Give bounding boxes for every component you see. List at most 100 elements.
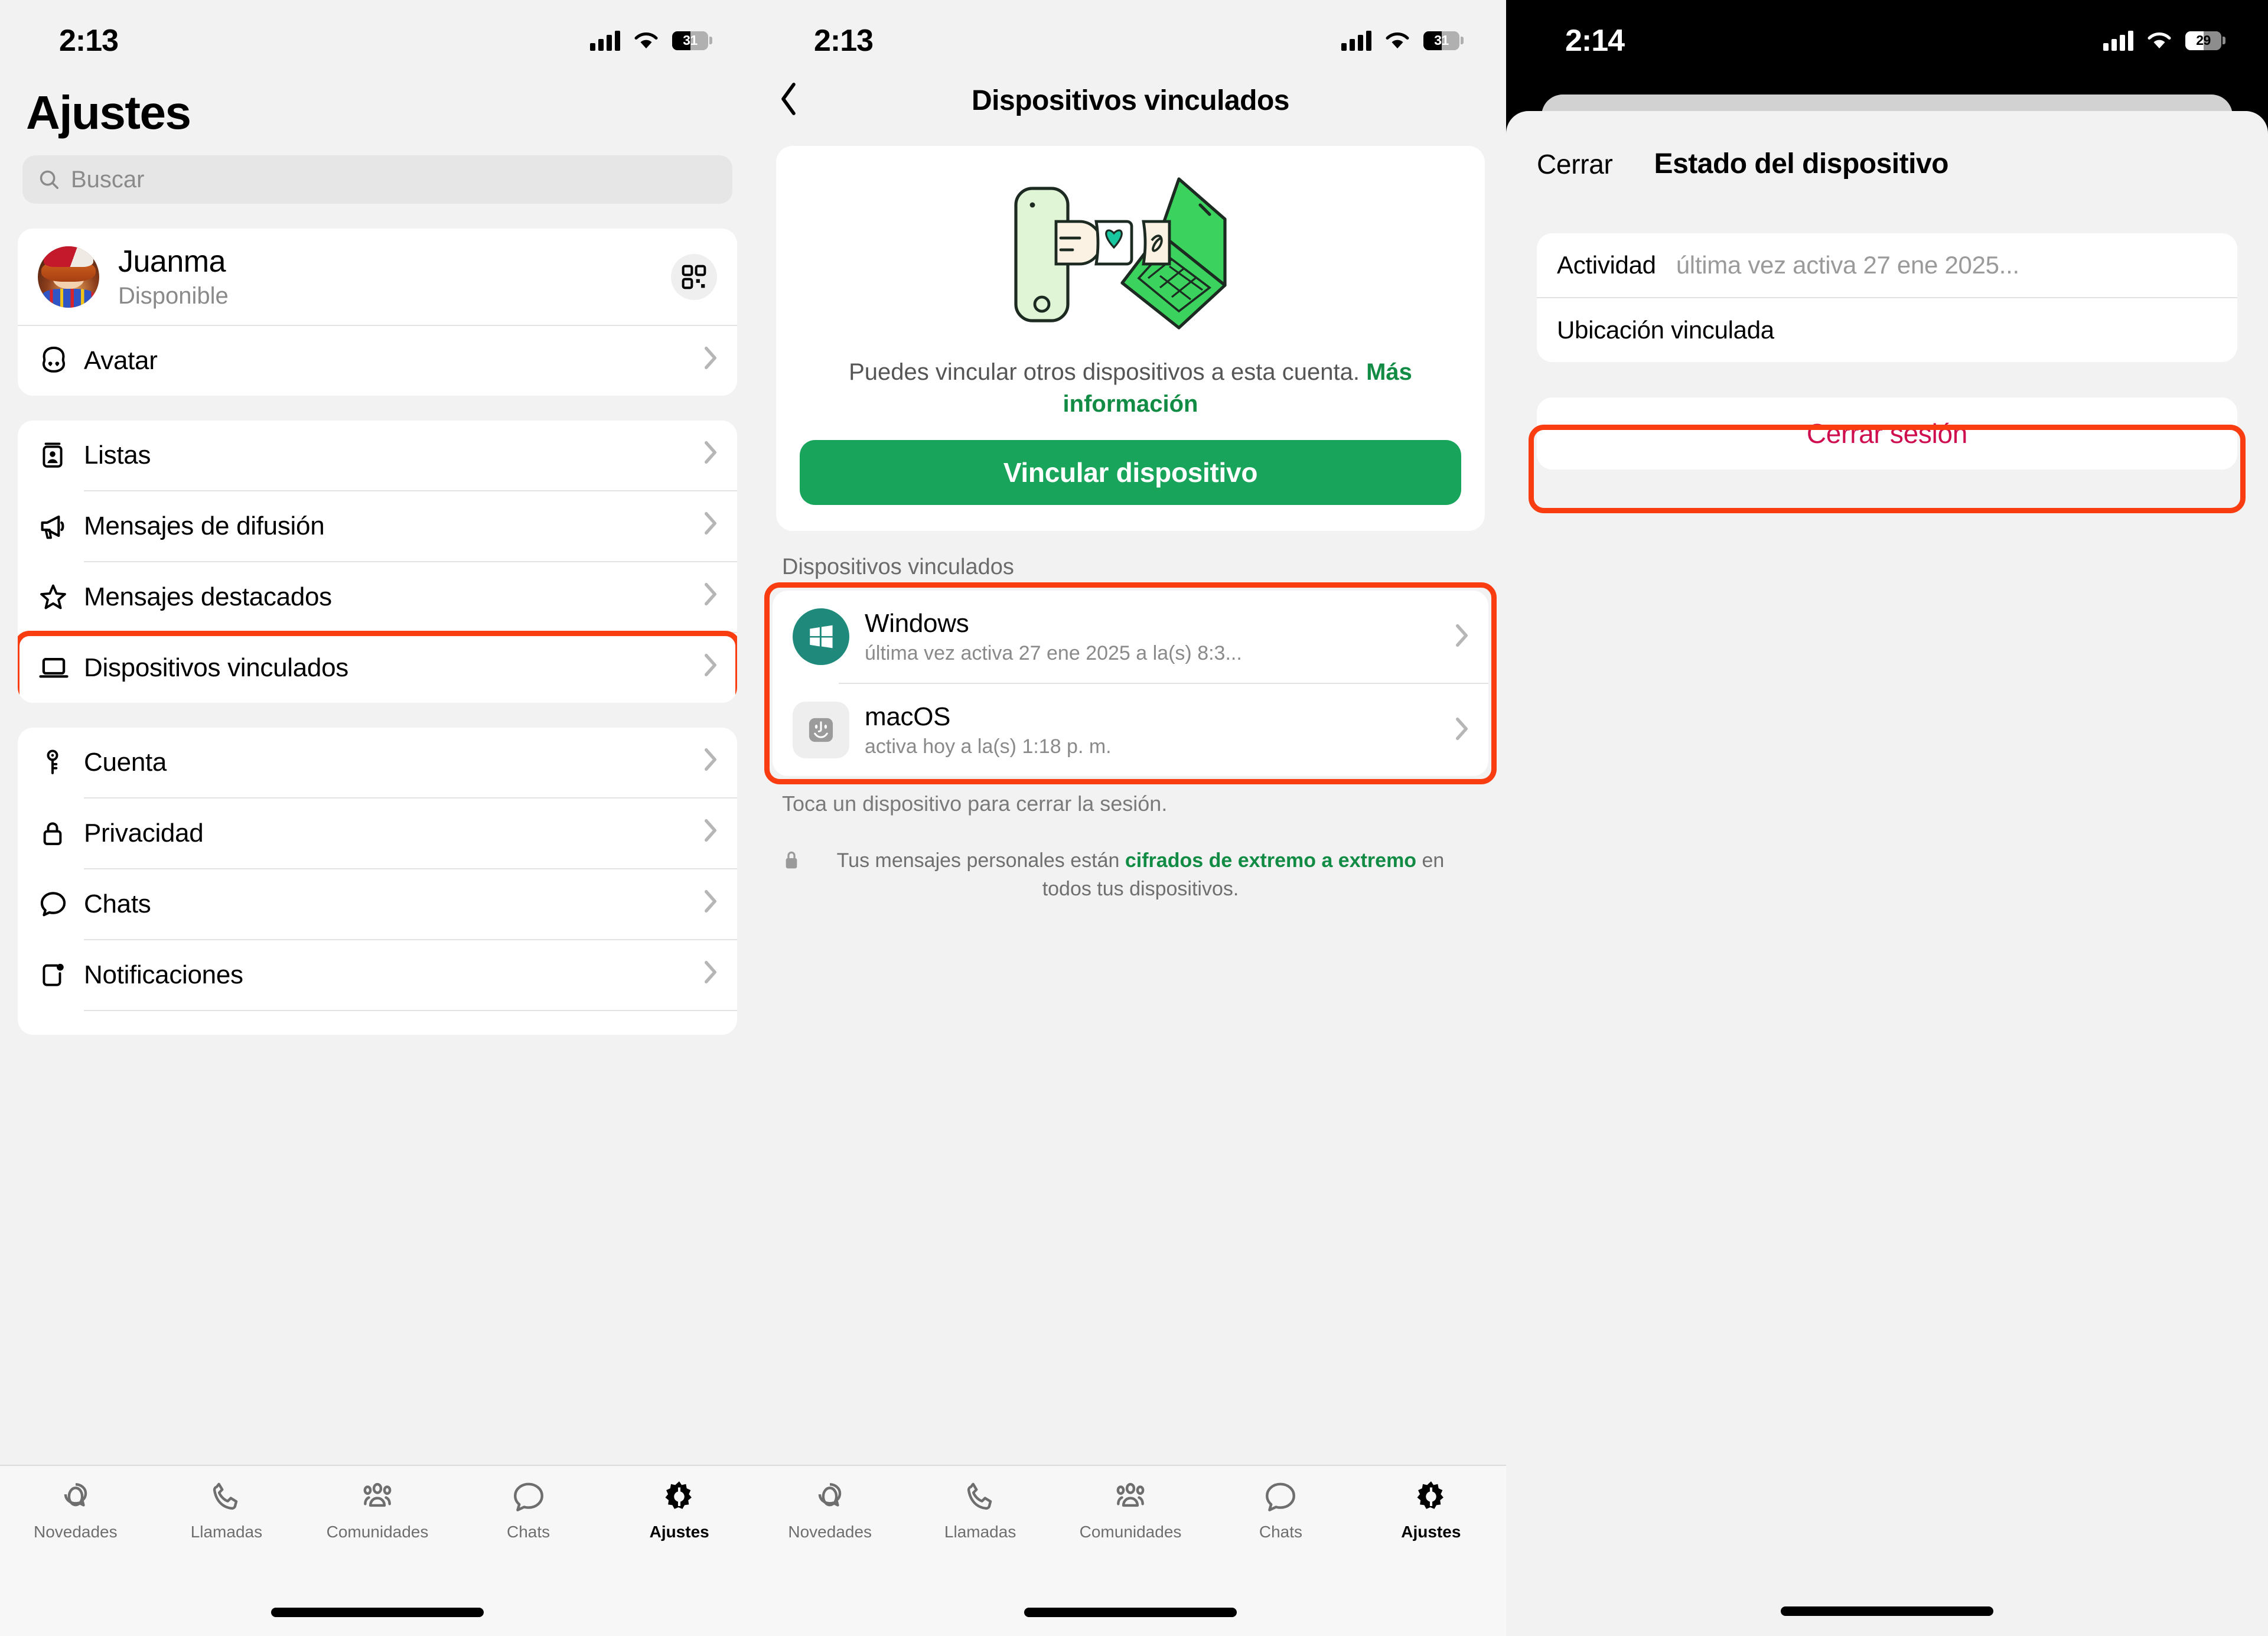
chevron-right-icon	[1455, 624, 1468, 650]
tab-comunidades[interactable]: Comunidades	[1055, 1479, 1205, 1542]
tab-ajustes[interactable]: Ajustes	[604, 1479, 755, 1542]
tab-llamadas[interactable]: Llamadas	[151, 1479, 302, 1542]
chevron-right-icon	[704, 889, 717, 920]
lists-icon	[38, 441, 84, 470]
back-chevron-icon[interactable]	[778, 82, 799, 119]
sidebar-item-listas[interactable]: Listas	[18, 421, 737, 490]
star-icon	[38, 582, 84, 612]
close-button[interactable]: Cerrar	[1537, 148, 1613, 180]
tab-label: Chats	[507, 1523, 550, 1541]
navigation-bar: Dispositivos vinculados	[755, 68, 1506, 133]
device-last-active: activa hoy a la(s) 1:18 p. m.	[865, 735, 1112, 758]
chevron-right-icon	[704, 582, 717, 612]
link-device-button[interactable]: Vincular dispositivo	[800, 440, 1461, 505]
encryption-link[interactable]: cifrados de extremo a extremo	[1125, 849, 1416, 872]
logout-button[interactable]: Cerrar sesión	[1537, 397, 2237, 470]
sheet-title: Estado del dispositivo	[1654, 148, 1949, 180]
lock-icon	[38, 819, 84, 848]
chat-bubble-icon	[1266, 1482, 1296, 1511]
battery-icon: 31	[1423, 31, 1464, 51]
devices-list: Windows última vez activa 27 ene 2025 a …	[773, 591, 1488, 776]
battery-percent: 31	[683, 32, 698, 48]
tab-chats[interactable]: Chats	[1205, 1479, 1355, 1542]
sidebar-item-avatar[interactable]: Avatar	[18, 326, 737, 396]
description-text: Puedes vincular otros dispositivos a est…	[849, 359, 1367, 385]
status-time: 2:13	[814, 23, 874, 58]
linked-devices-section-header: Dispositivos vinculados	[782, 555, 1014, 579]
battery-icon: 31	[672, 31, 712, 51]
communities-icon	[363, 1482, 392, 1507]
chevron-right-icon	[704, 653, 717, 683]
table-row[interactable]: macOS activa hoy a la(s) 1:18 p. m.	[773, 684, 1488, 776]
chevron-right-icon	[704, 819, 717, 849]
encryption-notice: Tus mensajes personales están cifrados d…	[755, 816, 1506, 903]
device-info-card: Actividad última vez activa 27 ene 2025.…	[1537, 233, 2237, 362]
sheet-navigation-bar: Cerrar Estado del dispositivo	[1506, 111, 2268, 180]
tab-llamadas[interactable]: Llamadas	[905, 1479, 1055, 1542]
settings-group-a: Listas Mensajes de difusión Mensajes des…	[18, 421, 737, 703]
battery-icon: 29	[2185, 31, 2225, 51]
sidebar-item-mensajes-destacados[interactable]: Mensajes destacados	[18, 562, 737, 632]
profile-row[interactable]: Juanma Disponible	[18, 229, 737, 325]
status-time: 2:14	[1565, 23, 1625, 58]
sidebar-item-mensajes-de-difusion[interactable]: Mensajes de difusión	[18, 491, 737, 561]
windows-logo-icon	[793, 608, 849, 665]
avatar[interactable]	[38, 246, 99, 308]
qr-code-icon[interactable]	[671, 253, 717, 300]
sidebar-item-label: Listas	[84, 441, 151, 470]
sidebar-item-cuenta[interactable]: Cuenta	[18, 728, 737, 797]
chevron-right-icon	[704, 960, 717, 990]
profile-status: Disponible	[118, 283, 229, 309]
chevron-right-icon	[704, 441, 717, 471]
avatar-face-icon	[38, 345, 84, 377]
tab-ajustes[interactable]: Ajustes	[1356, 1479, 1506, 1542]
sidebar-item-chats[interactable]: Chats	[18, 869, 737, 939]
status-indicators: 31	[1341, 30, 1464, 51]
list-item[interactable]: Ubicación vinculada	[1537, 298, 2237, 362]
link-device-card: Puedes vincular otros dispositivos a est…	[776, 146, 1485, 531]
tab-novedades[interactable]: Novedades	[0, 1479, 151, 1542]
tab-label: Comunidades	[1079, 1523, 1182, 1541]
chat-bubble-icon	[38, 889, 84, 920]
page-title: Dispositivos vinculados	[972, 84, 1289, 116]
bottom-tab-bar: Novedades Llamadas Comunidades Chats Aju…	[755, 1465, 1506, 1636]
tab-label: Llamadas	[944, 1523, 1016, 1541]
profile-name: Juanma	[118, 245, 226, 279]
sidebar-item-privacidad[interactable]: Privacidad	[18, 799, 737, 868]
status-ring-icon	[64, 1483, 87, 1507]
wifi-icon	[2146, 31, 2172, 51]
info-key: Ubicación vinculada	[1557, 316, 1774, 344]
device-name: Windows	[865, 608, 969, 638]
tab-chats[interactable]: Chats	[453, 1479, 604, 1542]
sidebar-item-label: Avatar	[84, 346, 158, 375]
three-phone-screenshots: 2:13 31 Ajustes Buscar Juanma Disponible…	[0, 0, 2268, 1636]
sidebar-item-label: Dispositivos vinculados	[84, 653, 348, 682]
encryption-text: Tus mensajes personales están cifrados d…	[810, 847, 1471, 903]
macos-finder-icon	[793, 702, 849, 758]
list-item[interactable]: Actividad última vez activa 27 ene 2025.…	[1537, 233, 2237, 297]
info-value: última vez activa 27 ene 2025...	[1676, 251, 2019, 279]
status-bar: 2:14 29	[1506, 0, 2268, 68]
sidebar-item-dispositivos-vinculados[interactable]: Dispositivos vinculados	[18, 633, 737, 703]
status-bar: 2:13 31	[755, 0, 1506, 68]
table-row[interactable]: Windows última vez activa 27 ene 2025 a …	[773, 591, 1488, 683]
search-input[interactable]: Buscar	[22, 155, 732, 204]
linked-devices-screen: 2:13 31 Dispositivos vinculados Puedes v…	[755, 0, 1506, 1636]
status-indicators: 31	[590, 30, 712, 51]
sidebar-item-notificaciones[interactable]: Notificaciones	[18, 940, 737, 1010]
sidebar-item-label: Privacidad	[84, 819, 204, 848]
tab-comunidades[interactable]: Comunidades	[302, 1479, 453, 1542]
tab-label: Novedades	[788, 1523, 872, 1541]
phone-icon	[967, 1482, 992, 1510]
tab-novedades[interactable]: Novedades	[755, 1479, 905, 1542]
home-indicator	[271, 1608, 484, 1617]
wifi-icon	[633, 31, 659, 51]
home-indicator	[1781, 1606, 1993, 1616]
qr-code-glyph	[682, 265, 706, 289]
sidebar-item-label: Cuenta	[84, 748, 167, 777]
device-last-active: última vez activa 27 ene 2025 a la(s) 8:…	[865, 641, 1242, 664]
device-status-modal-screen: 2:14 29 Cerrar Estado del dispositivo Ac…	[1506, 0, 2268, 1636]
link-device-description: Puedes vincular otros dispositivos a est…	[800, 350, 1461, 420]
device-name: macOS	[865, 702, 951, 731]
tab-label: Ajustes	[649, 1523, 709, 1541]
